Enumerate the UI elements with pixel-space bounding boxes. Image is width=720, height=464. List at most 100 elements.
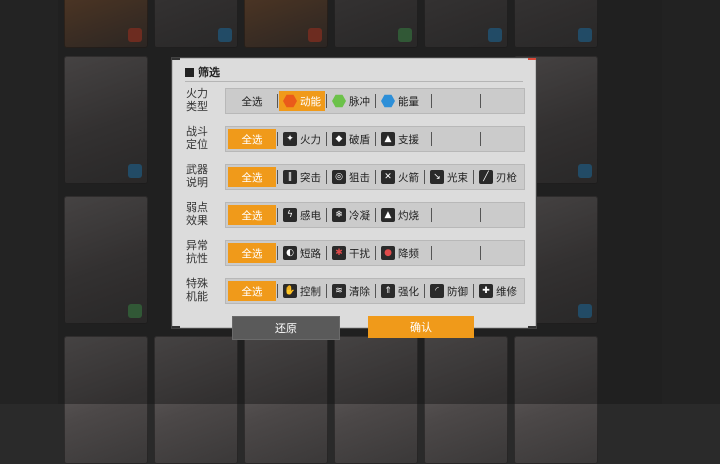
option-interference[interactable]: ✱ 干扰 [328,243,374,263]
row-label-line: 异常 [186,239,208,252]
option-freeze[interactable]: ❄ 冷凝 [328,205,374,225]
option-label: 感电 [300,209,321,222]
option-shock[interactable]: ϟ 感电 [279,205,325,225]
option-bar: 全选 动能 脉冲 能量 [225,88,525,114]
option-kinetic[interactable]: 动能 [279,91,325,111]
option-rocket[interactable]: ✕ 火箭 [377,167,423,187]
separator [480,132,481,146]
separator [480,246,481,260]
row-label-line: 说明 [186,176,208,189]
option-bar: 全选 ◐ 短路 ✱ 干扰 ● 降频 [225,240,525,266]
row-label-line: 效果 [186,214,208,227]
option-repair[interactable]: ✚ 维修 [475,281,521,301]
option-beam[interactable]: ↘ 光束 [426,167,472,187]
separator [473,284,474,298]
select-all-button[interactable]: 全选 [228,205,276,225]
cleanse-icon: ≋ [332,284,346,298]
separator [326,246,327,260]
freeze-icon: ❄ [332,208,346,222]
dialog-corner [172,326,180,328]
dialog-corner [528,58,536,60]
row-label-line: 武器 [186,163,208,176]
filter-row-weakness: 弱点 效果 全选 ϟ 感电 ❄ 冷凝 ▲ 灼烧 [173,199,535,229]
option-support[interactable]: ▲ 支援 [377,129,423,149]
option-label: 脉冲 [349,95,370,108]
separator [480,208,481,222]
sniper-icon: ◎ [332,170,346,184]
select-all-button[interactable]: 全选 [228,167,276,187]
defense-icon: ◜ [430,284,444,298]
option-label: 强化 [398,285,419,298]
title-divider [185,81,523,82]
select-all-button[interactable]: 全选 [228,129,276,149]
filter-row-fire-type: 火力 类型 全选 动能 脉冲 能量 [173,85,535,115]
filter-row-weapon: 武器 说明 全选 ‖ 突击 ◎ 狙击 ✕ 火箭 ↘ 光束 ╱ 刃枪 [173,161,535,191]
option-bar: 全选 ✦ 火力 ◆ 破盾 ▲ 支援 [225,126,525,152]
row-label-line: 战斗 [186,125,208,138]
option-bar: 全选 ✋ 控制 ≋ 清除 ⇑ 强化 ◜ 防御 ✚ 维修 [225,278,525,304]
control-icon: ✋ [283,284,297,298]
option-burn[interactable]: ▲ 灼烧 [377,205,423,225]
row-label: 弱点 效果 [179,199,215,229]
option-label: 火箭 [398,171,419,184]
option-short-circuit[interactable]: ◐ 短路 [279,243,325,263]
burn-icon: ▲ [381,208,395,222]
row-label-line: 特殊 [186,277,208,290]
firepower-icon: ✦ [283,132,297,146]
option-blade-gun[interactable]: ╱ 刃枪 [475,167,521,187]
kinetic-hex-icon [283,94,297,108]
separator [473,170,474,184]
downclock-icon: ● [381,246,395,260]
separator [375,284,376,298]
separator [277,170,278,184]
separator [277,246,278,260]
option-label: 防御 [447,285,468,298]
blade-gun-icon: ╱ [479,170,493,184]
filter-row-resistance: 异常 抗性 全选 ◐ 短路 ✱ 干扰 ● 降频 [173,237,535,267]
option-label: 冷凝 [349,209,370,222]
select-all-button[interactable]: 全选 [228,281,276,301]
interference-icon: ✱ [332,246,346,260]
dialog-title: 筛选 [198,66,220,79]
option-shield-break[interactable]: ◆ 破盾 [328,129,374,149]
assault-icon: ‖ [283,170,297,184]
select-all-button[interactable]: 全选 [228,91,276,111]
option-label: 火力 [300,133,321,146]
option-sniper[interactable]: ◎ 狙击 [328,167,374,187]
select-all-button[interactable]: 全选 [228,243,276,263]
option-enhance[interactable]: ⇑ 强化 [377,281,423,301]
separator [375,246,376,260]
option-label: 维修 [496,285,517,298]
row-label-line: 弱点 [186,201,208,214]
separator [326,132,327,146]
filter-row-combat-role: 战斗 定位 全选 ✦ 火力 ◆ 破盾 ▲ 支援 [173,123,535,153]
separator [277,132,278,146]
energy-hex-icon [381,94,395,108]
confirm-button[interactable]: 确认 [368,316,474,338]
separator [424,284,425,298]
separator [424,170,425,184]
option-control[interactable]: ✋ 控制 [279,281,325,301]
option-label: 狙击 [349,171,370,184]
option-bar: 全选 ϟ 感电 ❄ 冷凝 ▲ 灼烧 [225,202,525,228]
filter-row-special: 特殊 机能 全选 ✋ 控制 ≋ 清除 ⇑ 强化 ◜ 防御 ✚ 维修 [173,275,535,305]
row-label: 武器 说明 [179,161,215,191]
dialog-corner [172,58,180,60]
separator [375,208,376,222]
title-square-icon [185,67,194,77]
option-firepower[interactable]: ✦ 火力 [279,129,325,149]
option-assault[interactable]: ‖ 突击 [279,167,325,187]
dialog-header: 筛选 [185,65,220,79]
separator [375,94,376,108]
option-downclock[interactable]: ● 降频 [377,243,423,263]
option-label: 突击 [300,171,321,184]
reset-button[interactable]: 还原 [232,316,340,340]
option-cleanse[interactable]: ≋ 清除 [328,281,374,301]
option-label: 灼烧 [398,209,419,222]
row-label-line: 机能 [186,290,208,303]
option-defense[interactable]: ◜ 防御 [426,281,472,301]
option-pulse[interactable]: 脉冲 [328,91,374,111]
separator [431,246,432,260]
option-energy[interactable]: 能量 [377,91,423,111]
separator [480,94,481,108]
